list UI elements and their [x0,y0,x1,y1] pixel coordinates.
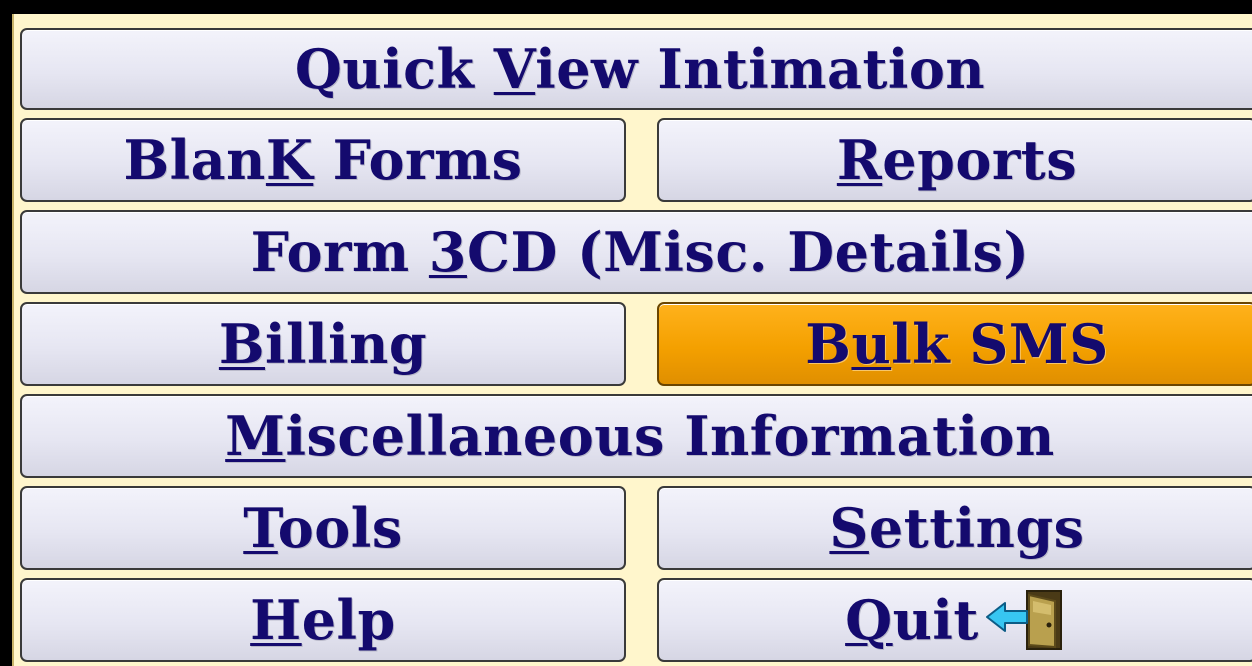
quick-view-intimation-label: Quick View Intimation [294,37,986,101]
blank-forms-button[interactable]: BlanK Forms [20,118,626,202]
billing-label: Billing [218,312,428,376]
reports-label: Reports [836,128,1078,192]
quit-button[interactable]: Quit [657,578,1252,662]
quit-label: Quit [845,588,979,652]
billing-button[interactable]: Billing [20,302,626,386]
tools-button[interactable]: Tools [20,486,626,570]
form-3cd-label: Form 3CD (Misc. Details) [250,220,1030,284]
miscellaneous-information-label: Miscellaneous Information [225,404,1055,468]
bulk-sms-label: Bulk SMS [805,312,1109,376]
help-label: Help [250,588,396,652]
quick-view-intimation-button[interactable]: Quick View Intimation [20,28,1252,110]
exit-door-icon [983,587,1069,653]
settings-button[interactable]: Settings [657,486,1252,570]
bulk-sms-button[interactable]: Bulk SMS [657,302,1252,386]
tools-label: Tools [243,496,403,560]
miscellaneous-information-button[interactable]: Miscellaneous Information [20,394,1252,478]
settings-label: Settings [829,496,1085,560]
form-3cd-button[interactable]: Form 3CD (Misc. Details) [20,210,1252,294]
reports-button[interactable]: Reports [657,118,1252,202]
blank-forms-label: BlanK Forms [123,128,523,192]
help-button[interactable]: Help [20,578,626,662]
